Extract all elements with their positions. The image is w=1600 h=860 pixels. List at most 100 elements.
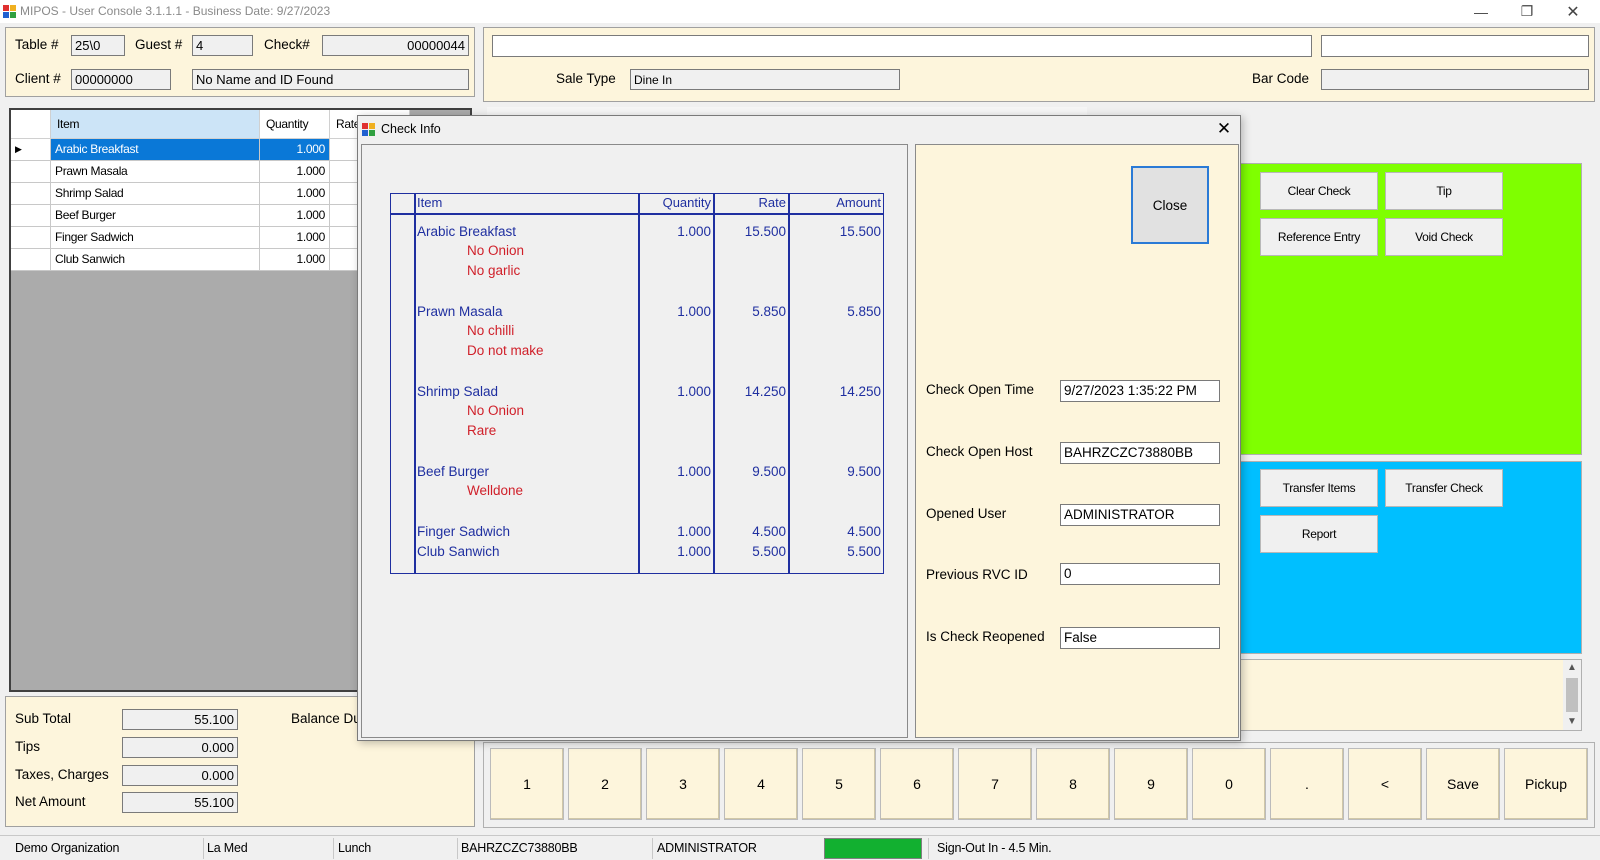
table-field[interactable]: 25\0 [71, 35, 125, 56]
transfer-check-button[interactable]: Transfer Check [1385, 469, 1503, 507]
subtotal-value: 55.100 [122, 709, 238, 730]
status-period: Lunch [338, 841, 372, 855]
restore-icon[interactable]: ❐ [1504, 0, 1550, 23]
grid-cell-item[interactable]: Shrimp Salad [51, 183, 260, 205]
row-selector[interactable] [11, 183, 51, 205]
opened-user-field[interactable]: ADMINISTRATOR [1060, 504, 1220, 526]
key-1[interactable]: 1 [490, 748, 564, 820]
check-field[interactable]: 00000044 [322, 35, 469, 56]
title-bar: MIPOS - User Console 3.1.1.1 - Business … [0, 0, 1600, 23]
sale-type-label: Sale Type [556, 71, 616, 86]
check-reopened-field[interactable]: False [1060, 627, 1220, 649]
tip-button[interactable]: Tip [1385, 172, 1503, 210]
save-button[interactable]: Save [1426, 748, 1500, 820]
sale-type-field[interactable]: Dine In [630, 69, 900, 90]
item-modifier: No Onion [467, 243, 525, 258]
row-selector[interactable] [11, 249, 51, 271]
check-items-panel: Item Quantity Rate Amount Arabic Breakfa… [361, 144, 908, 738]
row-selector-icon[interactable]: ▶ [11, 139, 51, 161]
key-backspace[interactable]: < [1348, 748, 1422, 820]
item-modifier: Welldone [467, 483, 524, 498]
report-button[interactable]: Report [1260, 515, 1378, 553]
guest-field[interactable]: 4 [192, 35, 253, 56]
status-organization: Demo Organization [15, 841, 120, 855]
window-title: MIPOS - User Console 3.1.1.1 - Business … [20, 4, 331, 18]
check-info-dialog: Check Info ✕ Item Quantity Rate Amount A… [357, 115, 1241, 741]
item-name: Arabic Breakfast [417, 224, 517, 239]
dialog-close-icon[interactable]: ✕ [1212, 118, 1236, 140]
grid-cell-qty[interactable]: 1.000 [260, 183, 330, 205]
open-time-field[interactable]: 9/27/2023 1:35:22 PM [1060, 380, 1220, 402]
previous-rvc-field[interactable]: 0 [1060, 563, 1220, 585]
key-7[interactable]: 7 [958, 748, 1032, 820]
key-2[interactable]: 2 [568, 748, 642, 820]
item-amount: 9.500 [847, 464, 881, 479]
scroll-thumb[interactable] [1566, 678, 1578, 712]
close-window-icon[interactable]: ✕ [1550, 0, 1596, 23]
key-decimal[interactable]: . [1270, 748, 1344, 820]
transfer-items-button[interactable]: Transfer Items [1260, 469, 1378, 507]
table-divider [713, 194, 715, 573]
status-rvc: La Med [207, 841, 248, 855]
minimize-icon[interactable]: — [1458, 0, 1504, 23]
grid-cell-item[interactable]: Beef Burger [51, 205, 260, 227]
client-label: Client # [15, 71, 61, 86]
item-amount: 5.500 [847, 544, 881, 559]
item-name: Beef Burger [417, 464, 490, 479]
key-9[interactable]: 9 [1114, 748, 1188, 820]
row-selector[interactable] [11, 227, 51, 249]
grid-cell-item[interactable]: Finger Sadwich [51, 227, 260, 249]
grid-cell-item[interactable]: Arabic Breakfast [51, 139, 260, 161]
barcode-field[interactable] [1321, 69, 1589, 90]
scroll-up-icon[interactable]: ▲ [1567, 662, 1577, 673]
client-field[interactable]: 00000000 [71, 69, 171, 90]
grid-header-item[interactable]: Item [51, 110, 260, 139]
grid-cell-item[interactable]: Prawn Masala [51, 161, 260, 183]
void-check-button[interactable]: Void Check [1385, 218, 1503, 256]
grid-corner [11, 110, 51, 139]
message-field[interactable] [492, 35, 1312, 57]
key-0[interactable]: 0 [1192, 748, 1266, 820]
scroll-down-icon[interactable]: ▼ [1567, 716, 1577, 727]
table-label: Table # [15, 37, 59, 52]
item-modifier: No Onion [467, 403, 525, 418]
clear-check-button[interactable]: Clear Check [1260, 172, 1378, 210]
item-rate: 5.850 [752, 304, 786, 319]
grid-cell-qty[interactable]: 1.000 [260, 139, 330, 161]
item-amount: 5.850 [847, 304, 881, 319]
item-name: Prawn Masala [417, 304, 503, 319]
client-name-field: No Name and ID Found [192, 69, 469, 90]
item-amount: 15.500 [839, 224, 881, 239]
grid-cell-qty[interactable]: 1.000 [260, 161, 330, 183]
item-qty: 1.000 [677, 464, 711, 479]
table-divider [788, 194, 790, 573]
item-rate: 9.500 [752, 464, 786, 479]
key-6[interactable]: 6 [880, 748, 954, 820]
check-reopened-label: Is Check Reopened [926, 629, 1045, 644]
grid-cell-qty[interactable]: 1.000 [260, 205, 330, 227]
message-scrollbar[interactable]: ▲ ▼ [1563, 660, 1581, 730]
close-button[interactable]: Close [1131, 166, 1209, 244]
grid-header-quantity[interactable]: Quantity [260, 110, 330, 139]
item-amount: 14.250 [839, 384, 881, 399]
header-item: Item [417, 195, 443, 210]
reference-entry-button[interactable]: Reference Entry [1260, 218, 1378, 256]
row-selector[interactable] [11, 205, 51, 227]
key-5[interactable]: 5 [802, 748, 876, 820]
key-3[interactable]: 3 [646, 748, 720, 820]
open-host-label: Check Open Host [926, 444, 1033, 459]
grid-cell-qty[interactable]: 1.000 [260, 227, 330, 249]
row-selector[interactable] [11, 161, 51, 183]
pickup-button[interactable]: Pickup [1504, 748, 1588, 820]
secondary-field[interactable] [1321, 35, 1589, 57]
status-host: BAHRZCZC73880BB [461, 841, 578, 855]
item-qty: 1.000 [677, 524, 711, 539]
open-time-label: Check Open Time [926, 382, 1035, 397]
balance-due-label: Balance Du [291, 711, 361, 726]
grid-cell-item[interactable]: Club Sanwich [51, 249, 260, 271]
open-host-field[interactable]: BAHRZCZC73880BB [1060, 442, 1220, 464]
key-8[interactable]: 8 [1036, 748, 1110, 820]
key-4[interactable]: 4 [724, 748, 798, 820]
grid-cell-qty[interactable]: 1.000 [260, 249, 330, 271]
tips-value: 0.000 [122, 737, 238, 758]
